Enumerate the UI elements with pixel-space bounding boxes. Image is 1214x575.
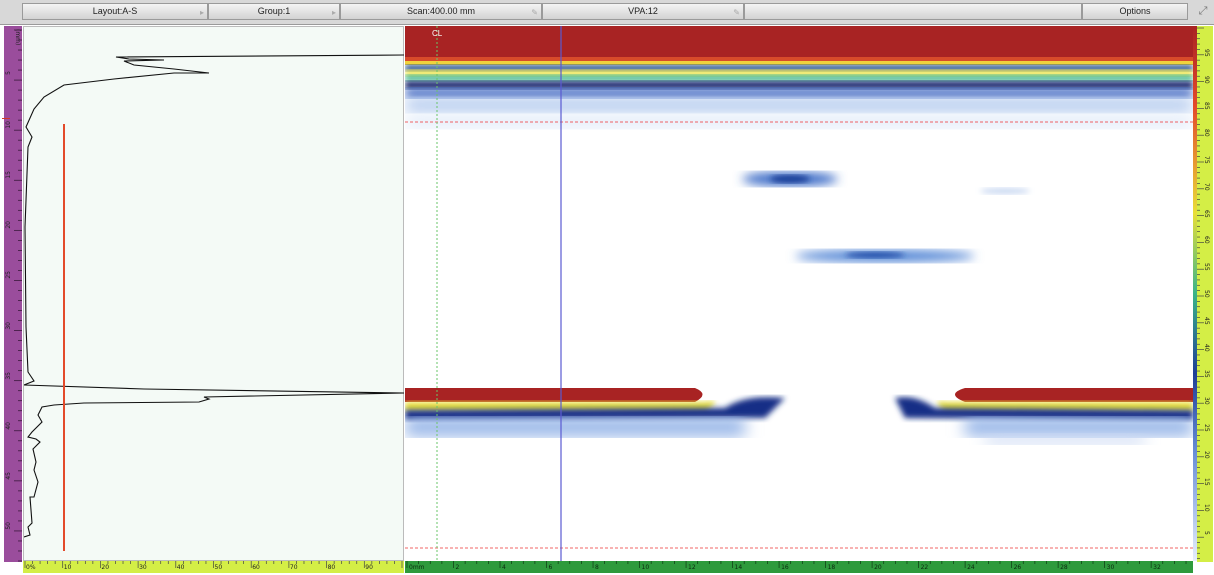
palette-tick-label: 90 bbox=[1203, 75, 1210, 84]
depth-tick-label: 20 bbox=[5, 221, 12, 229]
palette-tick-label: 75 bbox=[1203, 156, 1210, 164]
index-tick-label: 16 bbox=[781, 564, 789, 571]
depth-tick-label: 35 bbox=[5, 371, 12, 380]
palette-tick-label: 65 bbox=[1203, 209, 1210, 218]
depth-tick-label: 40 bbox=[5, 421, 12, 430]
top-saturation-band bbox=[405, 26, 1193, 57]
sscan-image: CL bbox=[405, 26, 1193, 561]
bottom-echo-left bbox=[405, 388, 703, 402]
index-tick-label: 6 bbox=[548, 564, 553, 571]
vpa-field[interactable]: VPA:12 ✎ bbox=[542, 3, 744, 20]
index-tick-label: 18 bbox=[827, 564, 836, 571]
palette-tick-label: 5 bbox=[1203, 531, 1210, 536]
amp-tick-label: 90 bbox=[365, 564, 373, 571]
index-tick-label: 10 bbox=[641, 564, 650, 571]
palette-tick-label: 30 bbox=[1203, 397, 1210, 405]
palette-tick-label: 55 bbox=[1203, 263, 1210, 271]
amp-tick-label: 0% bbox=[26, 564, 36, 571]
palette-tick-label: 35 bbox=[1203, 370, 1210, 379]
group-selector[interactable]: Group:1 ▸ bbox=[208, 3, 340, 20]
index-tick-label: 28 bbox=[1060, 564, 1068, 571]
expand-icon[interactable]: ⤢ bbox=[1196, 4, 1210, 18]
layout-label: Layout:A-S bbox=[92, 6, 138, 16]
index-tick-label: 2 bbox=[455, 564, 460, 571]
sscan-panel[interactable]: CL bbox=[405, 26, 1193, 561]
amp-tick-label: 60 bbox=[252, 564, 260, 571]
palette-tick-label: 45 bbox=[1203, 316, 1210, 325]
palette-tick-label: 95 bbox=[1203, 48, 1210, 57]
index-tick-label: 26 bbox=[1013, 564, 1022, 571]
arrow-icon: ▸ bbox=[331, 8, 336, 17]
depth-ruler-ticks bbox=[14, 29, 22, 562]
depth-tick-label: 50 bbox=[5, 521, 12, 530]
vpa-label: VPA:12 bbox=[628, 6, 658, 16]
palette-ruler: 95 90 85 80 75 70 65 60 55 50 45 40 35 30 25 20 15 10 5 bbox=[1197, 26, 1213, 562]
pencil-icon: ✎ bbox=[733, 8, 740, 17]
palette-tick-label: 25 bbox=[1203, 424, 1210, 432]
amp-tick-label: 50 bbox=[214, 564, 223, 571]
amp-tick-label: 30 bbox=[139, 564, 147, 571]
depth-cursor-icon[interactable] bbox=[2, 114, 12, 124]
index-ruler-ticks bbox=[406, 561, 1187, 568]
top-toolbar: Layout:A-S ▸ Group:1 ▸ Scan:400.00 mm ✎ … bbox=[0, 0, 1214, 25]
pencil-icon: ✎ bbox=[531, 8, 538, 17]
amp-tick-label: 70 bbox=[289, 564, 298, 571]
index-tick-label: 12 bbox=[688, 564, 696, 571]
index-tick-label: 22 bbox=[920, 564, 929, 571]
layout-selector[interactable]: Layout:A-S ▸ bbox=[22, 3, 208, 20]
palette-tick-label: 15 bbox=[1203, 477, 1210, 486]
palette-tick-label: 40 bbox=[1203, 343, 1210, 352]
depth-tick-label: 15 bbox=[5, 171, 12, 179]
arrow-icon: ▸ bbox=[199, 8, 204, 17]
index-tick-label: 0mm bbox=[409, 564, 425, 571]
ascan-panel[interactable] bbox=[23, 26, 405, 561]
palette-tick-label: 70 bbox=[1203, 182, 1210, 191]
options-label: Options bbox=[1119, 6, 1151, 16]
ascan-signal-trace bbox=[24, 54, 405, 538]
scan-field[interactable]: Scan:400.00 mm ✎ bbox=[340, 3, 542, 20]
ascan-amplitude-ruler: 0% 10 20 30 40 50 60 70 80 90 bbox=[23, 561, 404, 573]
index-tick-label: 14 bbox=[734, 564, 743, 571]
amp-tick-label: 80 bbox=[327, 564, 336, 571]
depth-tick-label: 30 bbox=[5, 321, 12, 330]
palette-tick-label: 20 bbox=[1203, 450, 1210, 459]
palette-tick-label: 85 bbox=[1203, 102, 1210, 111]
index-tick-label: 8 bbox=[595, 564, 599, 571]
empty-toolbar-field bbox=[744, 3, 1082, 20]
sscan-index-ruler: 0mm 2 4 6 8 10 12 14 16 18 20 22 24 26 28 30 32 bbox=[405, 561, 1193, 573]
palette-tick-label: 10 bbox=[1203, 504, 1210, 513]
ascan-waveform bbox=[24, 54, 405, 551]
index-tick-label: 32 bbox=[1153, 564, 1161, 571]
group-label: Group:1 bbox=[257, 6, 291, 16]
palette-tick-label: 80 bbox=[1203, 129, 1210, 137]
bottom-echo-right bbox=[955, 388, 1193, 402]
depth-unit-label: (mm) bbox=[14, 29, 21, 46]
amp-ruler-ticks bbox=[24, 561, 403, 568]
index-tick-label: 20 bbox=[874, 564, 882, 571]
palette-tick-label: 60 bbox=[1203, 236, 1210, 245]
amp-tick-label: 10 bbox=[63, 564, 72, 571]
palette-tick-label: 50 bbox=[1203, 290, 1210, 298]
index-tick-label: 4 bbox=[502, 564, 506, 571]
depth-tick-label: 45 bbox=[5, 471, 12, 480]
amp-tick-label: 40 bbox=[176, 564, 185, 571]
cl-label: CL bbox=[432, 29, 443, 38]
amp-tick-label: 20 bbox=[101, 564, 110, 571]
scan-label: Scan:400.00 mm bbox=[406, 6, 476, 16]
depth-tick-label: 5 bbox=[5, 71, 12, 75]
depth-tick-label: 25 bbox=[5, 271, 12, 280]
index-tick-label: 30 bbox=[1106, 564, 1115, 571]
options-button[interactable]: Options bbox=[1082, 3, 1188, 20]
ascan-depth-ruler: (mm) 5 10 15 20 25 30 35 40 45 50 bbox=[4, 26, 22, 562]
index-tick-label: 24 bbox=[967, 564, 975, 571]
